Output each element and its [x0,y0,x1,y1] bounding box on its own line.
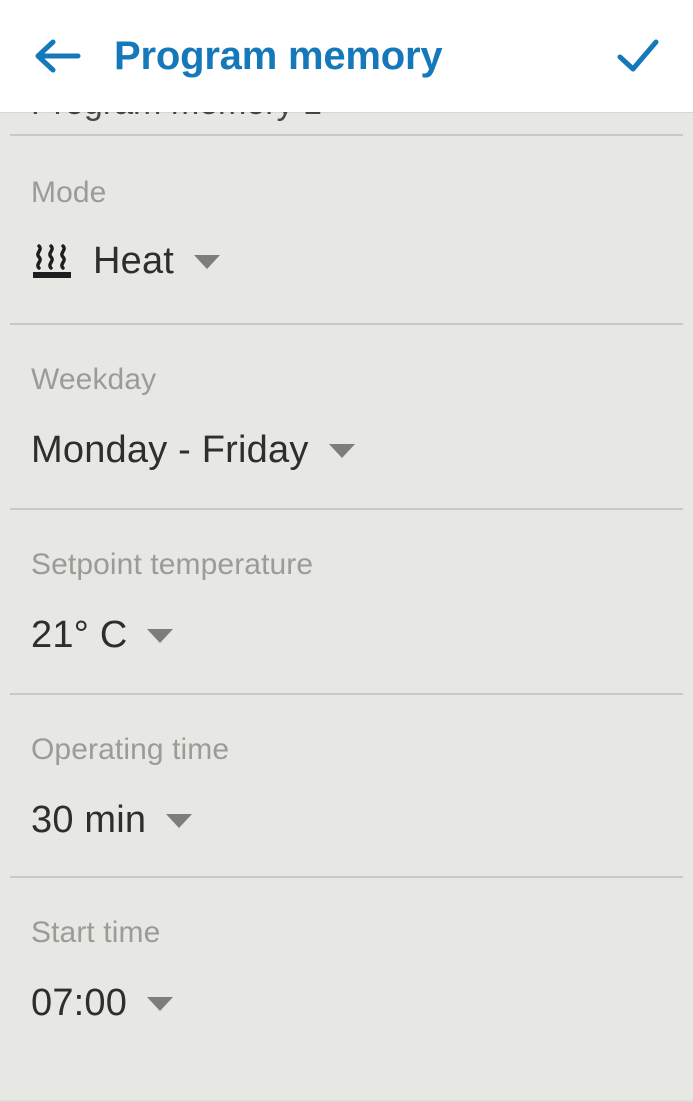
program-memory-screen: Program memory Program memory 1 Mode [0,0,693,1102]
chevron-down-icon [166,813,193,828]
chevron-down-icon [147,996,174,1011]
page-title: Program memory [114,33,443,78]
app-bar: Program memory [0,0,693,112]
settings-list[interactable]: Program memory 1 Mode Heat [0,112,693,1102]
field-operating-time-dropdown[interactable]: 30 min [31,799,693,876]
field-weekday-value: Monday - Friday [31,429,309,471]
field-weekday: Weekday Monday - Friday [0,325,693,508]
field-mode-label: Mode [31,176,107,209]
field-start-time-label: Start time [31,916,161,949]
confirm-button[interactable] [609,27,667,85]
field-start-time: Start time 07:00 [0,878,693,1061]
field-mode-dropdown[interactable]: Heat [31,240,693,323]
back-button[interactable] [28,27,86,85]
chevron-down-icon [328,443,355,458]
field-operating-time-label: Operating time [31,733,230,766]
arrow-left-icon [35,39,81,73]
field-weekday-dropdown[interactable]: Monday - Friday [31,429,693,508]
chevron-down-icon [147,628,174,643]
field-setpoint-temperature-dropdown[interactable]: 21° C [31,614,693,693]
field-setpoint-temperature: Setpoint temperature 21° C [0,510,693,693]
field-setpoint-temperature-label: Setpoint temperature [31,548,314,581]
field-mode: Mode Heat [0,136,693,323]
field-start-time-value: 07:00 [31,982,128,1024]
field-weekday-label: Weekday [31,363,157,396]
clipped-previous-field: Program memory 1 [0,112,693,134]
field-mode-value: Heat [93,240,175,282]
clipped-previous-field-text: Program memory 1 [31,112,322,123]
field-operating-time: Operating time 30 min [0,695,693,876]
field-operating-time-value: 30 min [31,799,147,841]
heating-element-icon [33,243,71,278]
field-setpoint-temperature-value: 21° C [31,614,128,656]
chevron-down-icon [194,254,221,269]
check-icon [617,39,659,72]
field-start-time-dropdown[interactable]: 07:00 [31,982,693,1061]
